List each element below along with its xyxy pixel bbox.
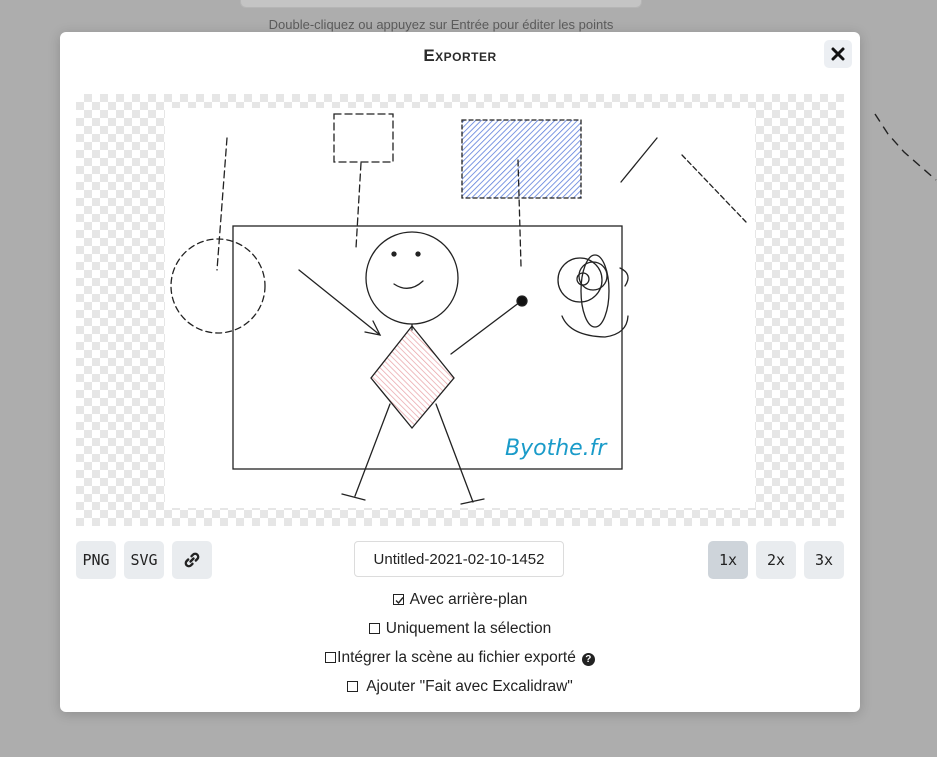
solid-line [620, 137, 658, 183]
blue-hatched-rectangle [461, 119, 582, 199]
canvas-dashed-line [874, 113, 937, 181]
dialog-title: Exporter [423, 46, 497, 65]
option-selection-only[interactable]: Uniquement la sélection [60, 620, 860, 638]
scale-2x-button[interactable]: 2x [756, 541, 796, 579]
left-leg [341, 403, 391, 501]
checkbox-embed-scene[interactable] [325, 652, 337, 663]
checkmark-icon [395, 597, 404, 605]
close-x-icon [831, 47, 845, 61]
dashed-line-4 [681, 154, 747, 223]
scale-1x-button[interactable]: 1x [708, 541, 748, 579]
export-png-button[interactable]: PNG [76, 541, 116, 579]
drawing-preview: Byothe.fr [165, 108, 755, 508]
watermark-text: Byothe.fr [505, 436, 608, 461]
checkbox-selection-only[interactable] [368, 623, 380, 634]
dashed-line-2 [355, 162, 362, 249]
editor-hint: Double-cliquez ou appuyez sur Entrée pou… [268, 17, 614, 32]
right-leg [435, 403, 485, 505]
pink-diamond [370, 324, 455, 430]
option-embed-scene[interactable]: Intégrer la scène au fichier exporté? [60, 649, 860, 667]
editor-toolbar [240, 0, 642, 8]
checkbox-background[interactable] [392, 594, 404, 605]
option-label: Intégrer la scène au fichier exporté [337, 649, 576, 666]
export-dialog: Exporter Byothe.fr PNG SVG Untitled-2021… [60, 32, 860, 712]
option-label: Avec arrière-plan [409, 591, 528, 608]
right-arm [450, 301, 521, 355]
checkbox-watermark[interactable] [347, 681, 359, 692]
copy-link-button[interactable] [172, 541, 212, 579]
spiral-scribble [557, 254, 629, 338]
filename-input[interactable] [354, 541, 564, 577]
dashed-line-1 [216, 137, 228, 271]
figure-head [365, 231, 459, 325]
dashed-square [333, 113, 394, 163]
option-background[interactable]: Avec arrière-plan [60, 591, 860, 609]
help-icon[interactable]: ? [581, 653, 595, 666]
option-label: Ajouter "Fait avec Excalidraw" [366, 678, 573, 695]
export-svg-button[interactable]: SVG [124, 541, 164, 579]
link-icon [184, 552, 200, 568]
scale-3x-button[interactable]: 3x [804, 541, 844, 579]
option-label: Uniquement la sélection [385, 620, 552, 637]
close-button[interactable] [824, 40, 852, 68]
arrow [298, 269, 381, 336]
option-watermark[interactable]: Ajouter "Fait avec Excalidraw" [60, 678, 860, 696]
